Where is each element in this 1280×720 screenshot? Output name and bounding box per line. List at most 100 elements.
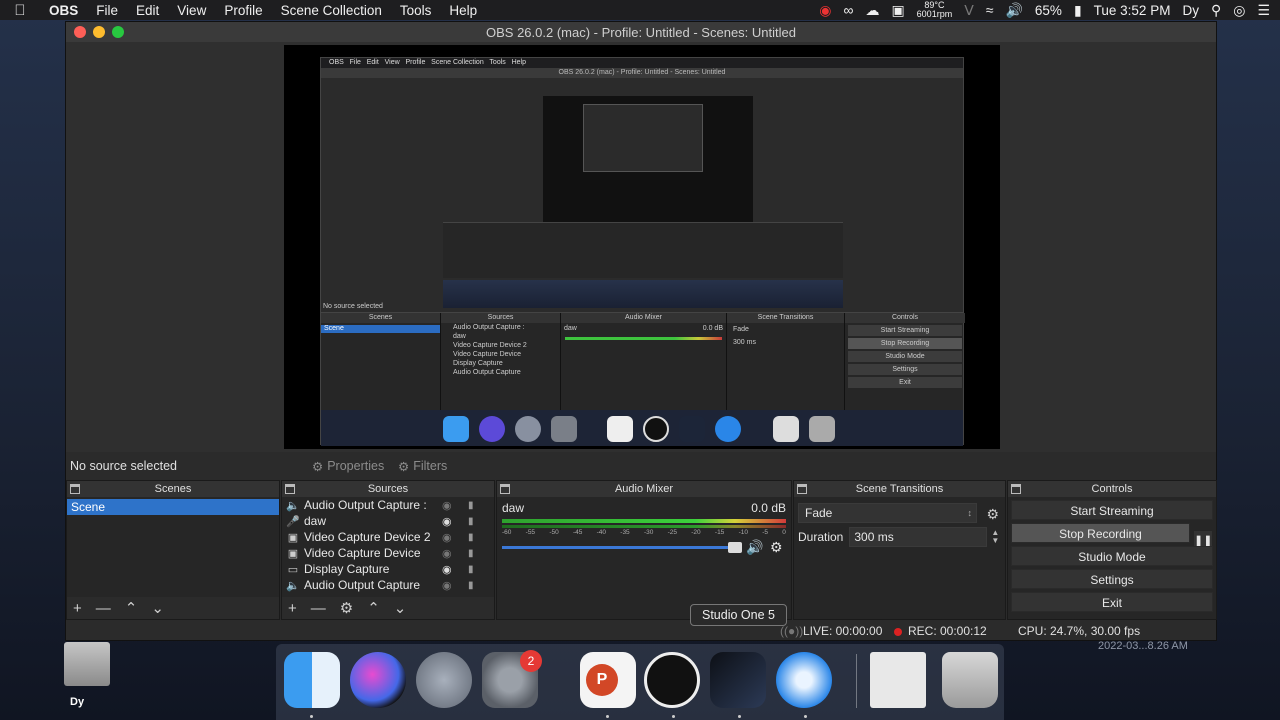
tick: -50 — [549, 529, 559, 536]
lock-icon[interactable]: ▮ — [468, 516, 474, 527]
siri-icon[interactable]: ◎ — [1233, 0, 1245, 20]
battery-icon[interactable]: ▮ — [1074, 0, 1082, 20]
bluetooth-icon[interactable]: ᐯ — [964, 0, 974, 20]
nested-source-row: Display Capture — [453, 360, 503, 367]
wifi-icon[interactable]: ≈ — [986, 0, 994, 20]
source-row[interactable]: 🔈 Audio Output Capture ◉ ▮ — [282, 577, 494, 593]
start-streaming-button[interactable]: Start Streaming — [1011, 500, 1213, 520]
menu-scene-collection[interactable]: Scene Collection — [272, 3, 391, 18]
undock-icon[interactable] — [1011, 484, 1021, 494]
tick: -15 — [714, 529, 725, 536]
window-titlebar[interactable]: OBS 26.0.2 (mac) - Profile: Untitled - S… — [66, 22, 1216, 42]
menubar-clock[interactable]: Tue 3:52 PM — [1094, 3, 1171, 18]
studio-one-icon[interactable] — [710, 652, 766, 708]
obs-dock-icon[interactable] — [644, 652, 700, 708]
battery-percent[interactable]: 65% — [1035, 3, 1062, 18]
menu-profile[interactable]: Profile — [215, 3, 271, 18]
hard-drive-icon[interactable] — [64, 642, 110, 686]
screenshot-file-label[interactable]: 2022-03...8.26 AM — [1098, 640, 1188, 652]
visibility-hidden-icon[interactable]: ◉ — [442, 547, 452, 560]
recording-status-icon[interactable]: ◉ — [819, 0, 831, 20]
nested-panels-level-2 — [443, 222, 843, 278]
studio-mode-button[interactable]: Studio Mode — [1011, 546, 1213, 566]
minimize-window-button[interactable] — [93, 26, 105, 38]
finder-icon[interactable] — [284, 652, 340, 708]
source-row[interactable]: 🔈 Audio Output Capture : ◉ ▮ — [282, 497, 494, 513]
source-row[interactable]: 🎤 daw ◉ ▮ — [282, 513, 494, 529]
move-up-icon[interactable]: ⌃ — [367, 599, 380, 617]
visibility-hidden-icon[interactable]: ◉ — [442, 531, 452, 544]
undock-icon[interactable] — [70, 484, 80, 494]
stop-recording-button[interactable]: Stop Recording — [1011, 523, 1190, 543]
remove-scene-icon[interactable]: — — [96, 600, 111, 617]
lock-icon[interactable]: ▮ — [468, 532, 474, 543]
menu-app-name[interactable]: OBS — [40, 3, 87, 18]
preview-area: OBS File Edit View Profile Scene Collect… — [66, 42, 1216, 452]
duration-stepper-icon[interactable]: ▲ ▼ — [991, 529, 999, 545]
remove-source-icon[interactable]: — — [311, 600, 326, 617]
settings-button[interactable]: Settings — [1011, 569, 1213, 589]
menu-tools[interactable]: Tools — [391, 3, 441, 18]
source-row[interactable]: ▭ Display Capture ◉ ▮ — [282, 561, 494, 577]
lock-icon[interactable]: ▮ — [468, 500, 474, 511]
visibility-hidden-icon[interactable]: ◉ — [442, 579, 452, 592]
hard-drive-label[interactable]: Dy — [70, 696, 84, 708]
exit-button[interactable]: Exit — [1011, 592, 1213, 612]
safari-icon[interactable] — [776, 652, 832, 708]
nested-settings: Settings — [848, 364, 962, 375]
lock-icon[interactable]: ▮ — [468, 580, 474, 591]
fader-track[interactable] — [502, 541, 742, 553]
source-row[interactable]: ▣ Video Capture Device 2 ◉ ▮ — [282, 529, 494, 545]
properties-button[interactable]: ⚙ Properties — [312, 456, 384, 476]
undock-icon[interactable] — [500, 484, 510, 494]
menubar-user[interactable]: Dy — [1182, 3, 1199, 18]
add-scene-icon[interactable]: + — [73, 600, 82, 617]
visibility-hidden-icon[interactable]: ◉ — [442, 499, 452, 512]
add-source-icon[interactable]: + — [288, 600, 297, 617]
program-preview[interactable]: OBS File Edit View Profile Scene Collect… — [284, 45, 1000, 449]
powerpoint-icon[interactable] — [580, 652, 636, 708]
notification-center-icon[interactable]: ☰ — [1257, 0, 1270, 20]
channel-settings-gear-icon[interactable]: ⚙ — [770, 539, 783, 556]
dock-separator — [856, 654, 857, 708]
move-up-icon[interactable]: ⌃ — [125, 599, 138, 617]
transition-gear-icon[interactable]: ⚙ — [986, 506, 999, 523]
creative-cloud-icon[interactable]: ∞ — [843, 0, 853, 20]
menu-help[interactable]: Help — [440, 3, 486, 18]
launchpad-icon[interactable] — [416, 652, 472, 708]
lock-icon[interactable]: ▮ — [468, 564, 474, 575]
filters-button[interactable]: ⚙ Filters — [398, 456, 447, 476]
undock-icon[interactable] — [285, 484, 295, 494]
menu-view[interactable]: View — [168, 3, 215, 18]
duration-input[interactable]: 300 ms — [849, 527, 988, 547]
scene-item[interactable]: Scene — [67, 499, 279, 515]
spotlight-search-icon[interactable]: ⚲ — [1211, 0, 1221, 20]
transition-select[interactable]: Fade ↕ — [798, 503, 977, 523]
move-down-icon[interactable]: ⌄ — [151, 599, 164, 617]
visibility-eye-icon[interactable]: ◉ — [442, 515, 452, 528]
nested-mixer-header: Audio Mixer — [561, 313, 726, 323]
menu-edit[interactable]: Edit — [127, 3, 168, 18]
nested-studio-mode: Studio Mode — [848, 351, 962, 362]
source-row[interactable]: ▣ Video Capture Device ◉ ▮ — [282, 545, 494, 561]
cloud-icon[interactable]: ☁ — [865, 0, 879, 20]
close-window-button[interactable] — [74, 26, 86, 38]
nested-mixer-channel: daw — [564, 325, 577, 332]
mute-speaker-icon[interactable]: 🔊 — [746, 539, 763, 556]
recent-document-icon[interactable] — [870, 652, 926, 708]
visibility-eye-icon[interactable]: ◉ — [442, 563, 452, 576]
app-status-icon[interactable]: ▣ — [891, 0, 904, 20]
volume-icon[interactable]: 🔊 — [1005, 0, 1022, 20]
nested-source-row: Audio Output Capture : — [453, 324, 525, 331]
undock-icon[interactable] — [797, 484, 807, 494]
lock-icon[interactable]: ▮ — [468, 548, 474, 559]
siri-dock-icon[interactable] — [350, 652, 406, 708]
temp-fan-readout[interactable]: 89°C 6001rpm — [917, 1, 953, 19]
zoom-window-button[interactable] — [112, 26, 124, 38]
menu-file[interactable]: File — [87, 3, 127, 18]
apple-menu-icon[interactable]:  — [0, 2, 40, 19]
fader-knob[interactable] — [728, 541, 742, 553]
move-down-icon[interactable]: ⌄ — [394, 599, 407, 617]
source-properties-gear-icon[interactable]: ⚙ — [340, 599, 353, 617]
trash-icon[interactable] — [942, 652, 998, 708]
